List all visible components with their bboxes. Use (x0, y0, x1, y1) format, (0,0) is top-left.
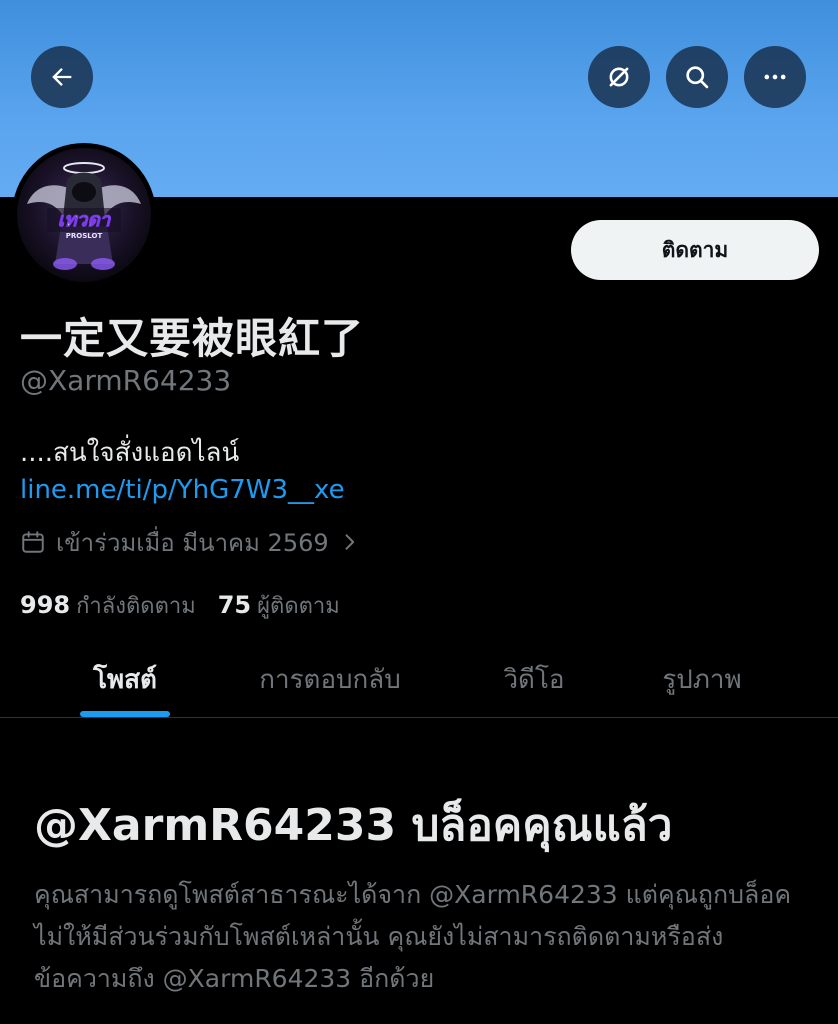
grok-slash-icon (609, 67, 629, 87)
tab-posts[interactable]: โพสต์ (62, 640, 188, 718)
joined-date-row[interactable]: เข้าร่วมเมื่อ มีนาคม 2569 (20, 526, 359, 558)
search-button[interactable] (666, 46, 728, 108)
more-dots-icon (764, 74, 786, 80)
avatar-image: เทวดา PROSLOT (17, 148, 151, 282)
avatar[interactable]: เทวดา PROSLOT (12, 143, 156, 287)
profile-link[interactable]: line.me/ti/p/YhG7W3__xe (20, 475, 345, 505)
back-button[interactable] (31, 46, 93, 108)
blocked-description: คุณสามารถดูโพสต์สาธารณะได้จาก @XarmR6423… (34, 880, 792, 993)
following-count: 998 (20, 591, 71, 619)
display-name: 一定又要被眼紅了 (20, 314, 365, 363)
followers-stat[interactable]: 75 ผู้ติดตาม (218, 588, 340, 623)
arrow-left-icon (52, 68, 72, 86)
search-icon (686, 66, 709, 89)
following-stat[interactable]: 998 กำลังติดตาม (20, 588, 196, 623)
active-tab-indicator (80, 711, 170, 717)
joined-date: เข้าร่วมเมื่อ มีนาคม 2569 (56, 528, 329, 557)
tab-photos[interactable]: รูปภาพ (636, 640, 768, 718)
blocked-title: @XarmR64233 บล็อคคุณแล้ว (34, 800, 673, 851)
following-label: กำลังติดตาม (76, 594, 196, 619)
followers-count: 75 (217, 591, 252, 619)
more-options-button[interactable] (744, 46, 806, 108)
grok-button[interactable] (588, 46, 650, 108)
tab-videos[interactable]: วิดีโอ (472, 640, 596, 718)
followers-label: ผู้ติดตาม (257, 594, 340, 619)
calendar-icon (22, 531, 44, 553)
follow-stats: 998 กำลังติดตาม 75 ผู้ติดตาม (20, 588, 340, 623)
profile-page: เทวดา PROSLOT ติดตาม 一定又要被眼紅了 @XarmR6423… (0, 0, 838, 1024)
avatar-logo-text: เทวดา (58, 209, 112, 231)
avatar-logo-subtext: PROSLOT (66, 232, 103, 240)
chevron-right-icon (345, 534, 354, 550)
profile-tabs: โพสต์ การตอบกลับ วิดีโอ รูปภาพ (0, 640, 838, 718)
profile-bio: ....สนใจสั่งแอดไลน์ (20, 438, 240, 468)
follow-button[interactable]: ติดตาม (571, 220, 819, 280)
tab-replies[interactable]: การตอบกลับ (230, 640, 430, 718)
profile-handle: @XarmR64233 (20, 364, 232, 397)
